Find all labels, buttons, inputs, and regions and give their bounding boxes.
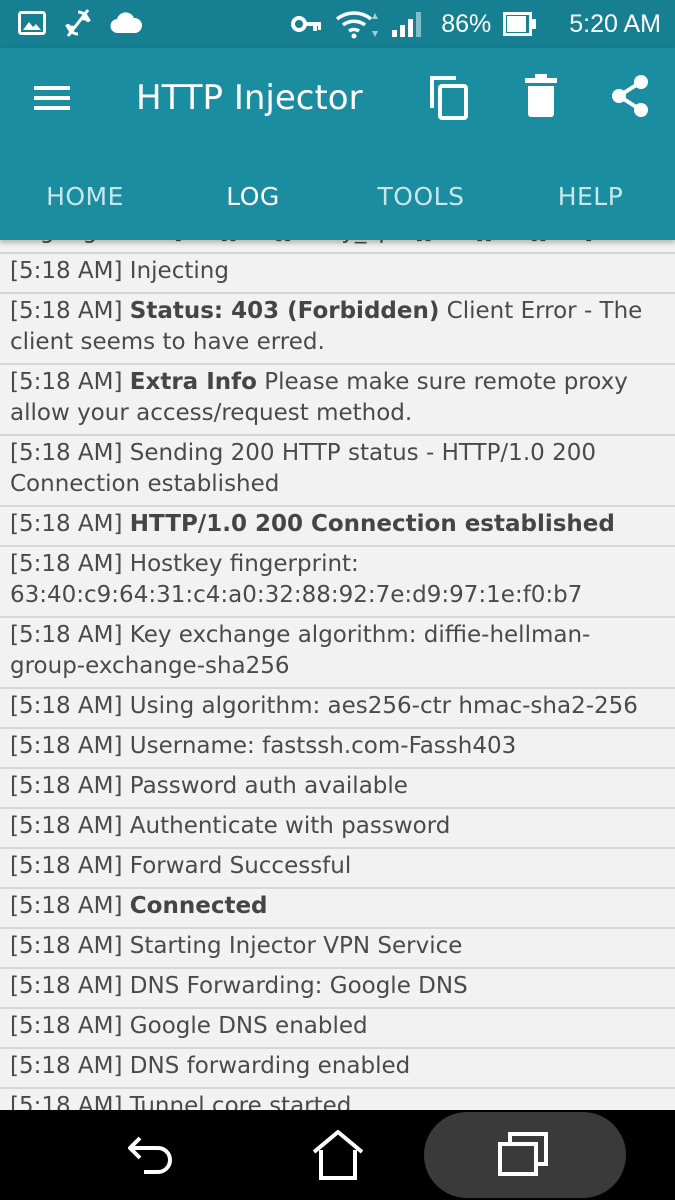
tab-help[interactable]: HELP — [506, 178, 675, 216]
log-message: Google DNS enabled — [129, 1013, 368, 1039]
log-message: Injecting — [129, 258, 229, 284]
log-message: DNS forwarding enabled — [129, 1053, 411, 1079]
gallery-icon — [18, 11, 46, 35]
log-timestamp: [5:18 AM] — [10, 258, 123, 284]
log-entry: [5:18 AM] Google DNS enabled — [0, 1009, 675, 1049]
log-message: Using algorithm: aes256-ctr hmac-sha2-25… — [129, 693, 638, 719]
log-entry: [5:18 AM] Key exchange algorithm: diffie… — [0, 618, 675, 689]
log-message: Username: fastssh.com-Fassh403 — [129, 733, 517, 759]
wifi-icon — [336, 11, 379, 39]
log-entry: [5:18 AM] Username: fastssh.com-Fassh403 — [0, 729, 675, 769]
log-entry: [5:18 AM] Status: 403 (Forbidden) Client… — [0, 294, 675, 365]
menu-icon[interactable] — [34, 82, 70, 114]
log-entry: [5:18 AM] Starting Injector VPN Service — [0, 929, 675, 969]
log-highlight: Connected — [129, 893, 268, 919]
navigation-bar — [0, 1110, 675, 1200]
log-timestamp: [5:18 AM] — [10, 973, 123, 999]
log-timestamp: [5:18 AM] — [10, 369, 123, 395]
log-message: Authenticate with password — [129, 813, 451, 839]
copy-icon[interactable] — [428, 74, 470, 120]
log-entry: [5:18 AM] Hostkey fingerprint: 63:40:c9:… — [0, 547, 675, 618]
log-entry: [5:18 AM] Sending 200 HTTP status - HTTP… — [0, 436, 675, 507]
log-timestamp: [5:18 AM] — [10, 693, 123, 719]
log-timestamp: [5:18 AM] — [10, 1053, 123, 1079]
vpn-key-icon — [291, 16, 322, 32]
log-entry: [5:18 AM] Injecting — [0, 254, 675, 294]
tab-log[interactable]: LOG — [170, 178, 336, 216]
back-icon[interactable] — [124, 1128, 180, 1182]
log-list[interactable]: m.google.com[crlf][crlf][delay_split][ra… — [0, 232, 675, 1110]
log-message: Starting Injector VPN Service — [129, 933, 463, 959]
log-timestamp: [5:18 AM] — [10, 622, 123, 648]
log-entry: [5:18 AM] Tunnel core started — [0, 1089, 675, 1110]
log-timestamp: [5:18 AM] — [10, 733, 123, 759]
tab-home[interactable]: HOME — [0, 178, 170, 216]
battery-percentage: 86% — [441, 10, 492, 38]
log-timestamp: [5:18 AM] — [10, 298, 123, 324]
system-status: 86% 5:20 AM — [291, 8, 661, 40]
log-timestamp: [5:18 AM] — [10, 933, 123, 959]
log-message: Tunnel core started — [129, 1093, 352, 1110]
app-title: HTTP Injector — [136, 78, 363, 118]
log-highlight: Extra Info — [129, 369, 257, 395]
log-entry: [5:18 AM] Forward Successful — [0, 849, 675, 889]
log-timestamp: [5:18 AM] — [10, 551, 123, 577]
log-entry: [5:18 AM] DNS Forwarding: Google DNS — [0, 969, 675, 1009]
log-highlight: HTTP/1.0 200 Connection established — [129, 511, 615, 537]
no-sync-icon — [65, 9, 91, 37]
log-entry: [5:18 AM] Extra Info Please make sure re… — [0, 365, 675, 436]
log-entry: [5:18 AM] Using algorithm: aes256-ctr hm… — [0, 689, 675, 729]
log-timestamp: [5:18 AM] — [10, 773, 123, 799]
status-bar: 86% 5:20 AM — [0, 0, 675, 48]
share-icon[interactable] — [610, 74, 650, 118]
log-timestamp: [5:18 AM] — [10, 813, 123, 839]
log-highlight: Status: 403 (Forbidden) — [129, 298, 440, 324]
log-entry: [5:18 AM] HTTP/1.0 200 Connection establ… — [0, 507, 675, 547]
log-timestamp: [5:18 AM] — [10, 893, 123, 919]
clock: 5:20 AM — [569, 10, 661, 38]
log-timestamp: [5:18 AM] — [10, 511, 123, 537]
tab-tools[interactable]: TOOLS — [336, 178, 506, 216]
log-entry: [5:18 AM] Connected — [0, 889, 675, 929]
log-timestamp: [5:18 AM] — [10, 1013, 123, 1039]
home-icon[interactable] — [310, 1128, 366, 1182]
log-timestamp: [5:18 AM] — [10, 440, 123, 466]
cloud-icon — [110, 12, 142, 34]
log-message: DNS Forwarding: Google DNS — [129, 973, 468, 999]
log-message: Password auth available — [129, 773, 408, 799]
log-timestamp: [5:18 AM] — [10, 853, 123, 879]
recents-icon[interactable] — [496, 1128, 552, 1182]
signal-icon — [392, 12, 422, 37]
delete-icon[interactable] — [524, 74, 558, 118]
log-entry: [5:18 AM] Authenticate with password — [0, 809, 675, 849]
app-bar: HTTP Injector HOME LOG TOOLS HELP — [0, 48, 675, 240]
notification-icons — [18, 8, 142, 38]
log-entry: [5:18 AM] Password auth available — [0, 769, 675, 809]
battery-icon — [503, 12, 537, 36]
log-message: Forward Successful — [129, 853, 352, 879]
log-entry: [5:18 AM] DNS forwarding enabled — [0, 1049, 675, 1089]
log-timestamp: [5:18 AM] — [10, 1093, 123, 1110]
